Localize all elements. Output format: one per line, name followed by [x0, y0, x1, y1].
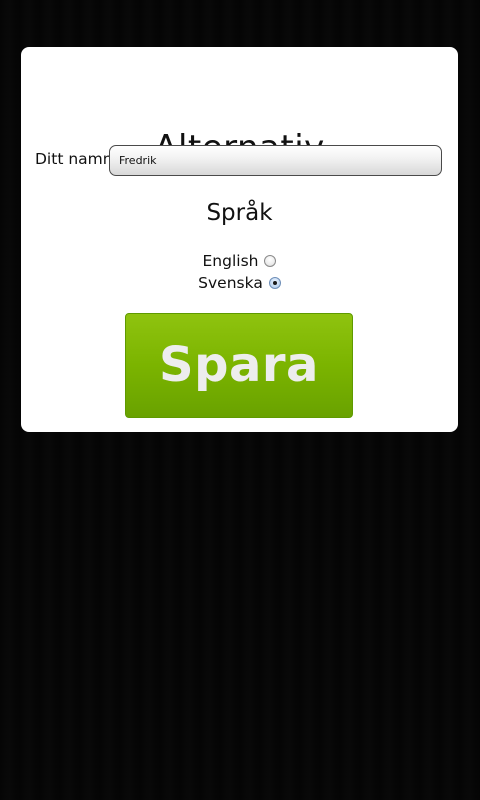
save-button[interactable]: Spara	[125, 313, 353, 418]
language-option-label: Svenska	[198, 273, 263, 292]
radio-svenska[interactable]	[268, 276, 281, 289]
name-input[interactable]	[109, 145, 442, 176]
radio-english[interactable]	[264, 254, 277, 267]
name-label: Ditt namn	[35, 150, 113, 168]
language-option-svenska[interactable]: Svenska	[21, 271, 458, 293]
language-heading: Språk	[206, 200, 273, 226]
settings-panel: Alternativ Ditt namn Språk English Svens…	[21, 47, 458, 432]
language-option-label: English	[202, 251, 259, 270]
language-option-english[interactable]: English	[21, 249, 458, 271]
